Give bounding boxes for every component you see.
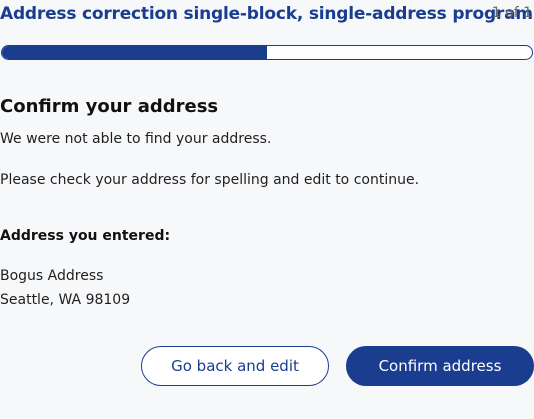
- confirm-address-button[interactable]: Confirm address: [346, 346, 534, 386]
- program-title: Address correction single-block, single-…: [0, 4, 533, 24]
- address-entered-label: Address you entered:: [0, 228, 171, 244]
- address-line-1: Bogus Address: [0, 268, 104, 284]
- progress-bar: [1, 45, 533, 60]
- go-back-and-edit-button[interactable]: Go back and edit: [141, 346, 329, 386]
- not-found-message: We were not able to find your address.: [0, 131, 272, 147]
- page-count: 1 of 1: [491, 5, 532, 21]
- progress-bar-fill: [2, 46, 267, 59]
- address-line-2: Seattle, WA 98109: [0, 292, 131, 308]
- page-title: Confirm your address: [0, 96, 219, 117]
- instruction-message: Please check your address for spelling a…: [0, 172, 420, 188]
- header: Address correction single-block, single-…: [0, 4, 534, 28]
